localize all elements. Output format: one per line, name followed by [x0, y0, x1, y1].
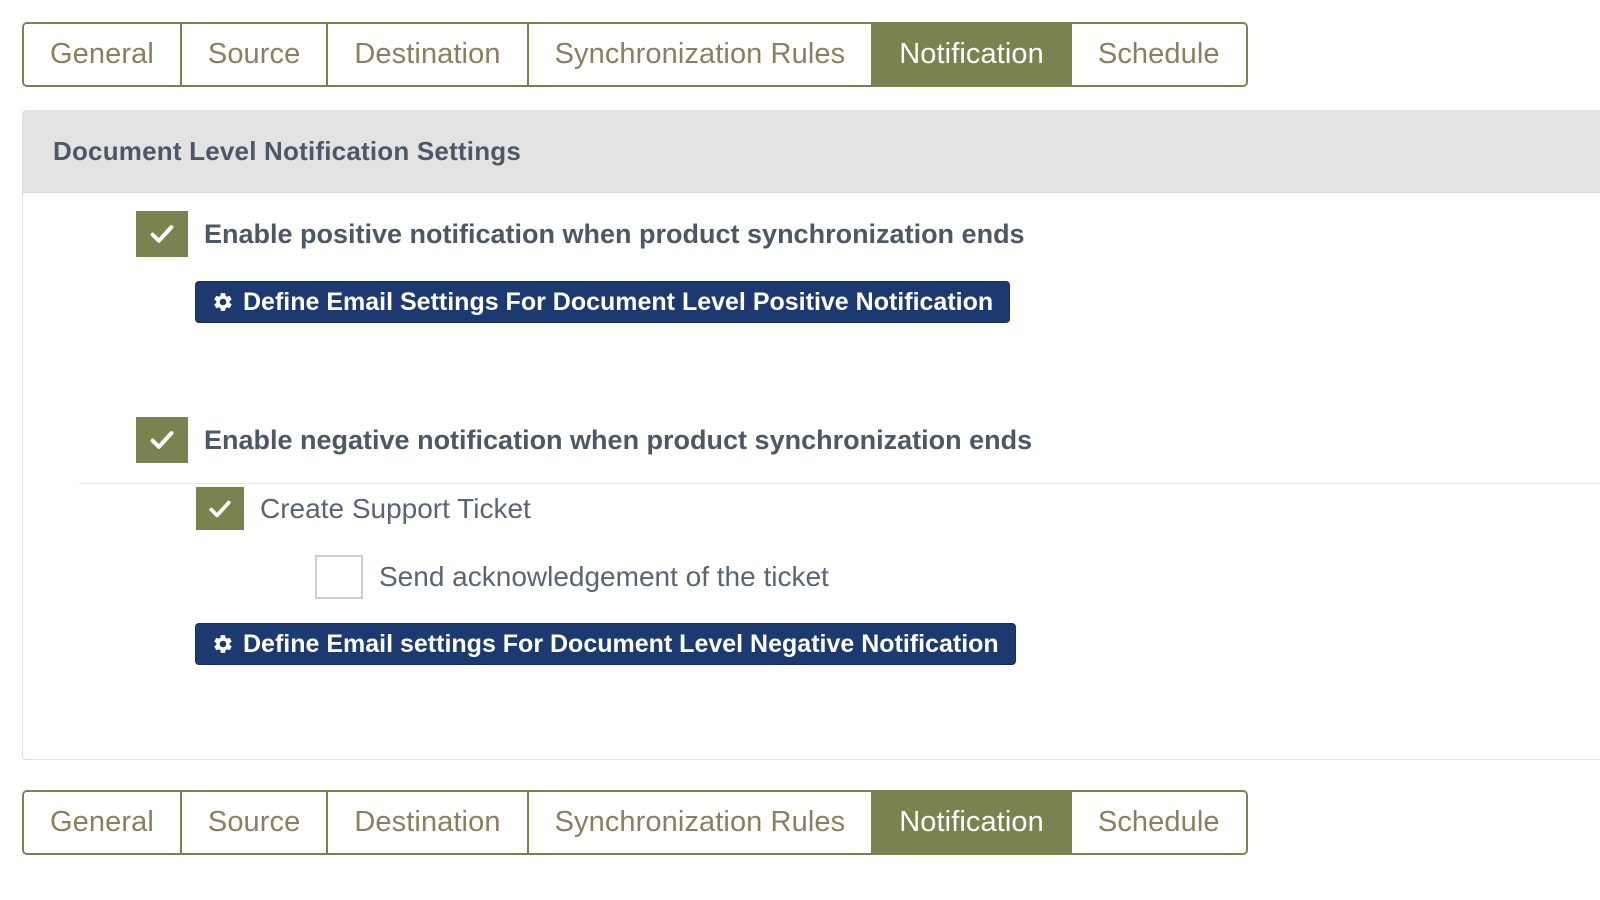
tab-label: Schedule	[1097, 806, 1220, 838]
enable-negative-notification-label: Enable negative notification when produc…	[204, 424, 1033, 455]
tab-label: Notification	[899, 38, 1044, 70]
define-positive-email-settings-label: Define Email Settings For Document Level…	[243, 287, 994, 316]
check-icon	[209, 500, 231, 517]
create-support-ticket-row[interactable]: Create Support Ticket	[196, 487, 531, 530]
tab-label: Destination	[354, 806, 501, 838]
notification-settings-page: General Source Destination Synchronizati…	[0, 0, 1600, 900]
define-negative-email-settings-button[interactable]: Define Email settings For Document Level…	[195, 623, 1016, 665]
tab-synchronization-rules-bottom[interactable]: Synchronization Rules	[528, 792, 874, 853]
tab-notification[interactable]: Notification	[873, 24, 1072, 85]
send-acknowledgement-label: Send acknowledgement of the ticket	[379, 561, 829, 592]
tab-synchronization-rules[interactable]: Synchronization Rules	[528, 24, 874, 85]
tab-label: Source	[207, 38, 301, 70]
enable-positive-notification-checkbox[interactable]	[136, 211, 188, 257]
tab-general[interactable]: General	[24, 24, 182, 85]
define-negative-email-settings-label: Define Email settings For Document Level…	[243, 629, 999, 658]
tab-source[interactable]: Source	[181, 24, 329, 85]
enable-negative-notification-checkbox[interactable]	[136, 417, 188, 463]
check-icon	[150, 431, 174, 449]
check-icon	[150, 225, 174, 243]
gear-icon	[212, 291, 234, 313]
create-support-ticket-checkbox[interactable]	[196, 487, 244, 530]
create-support-ticket-label: Create Support Ticket	[260, 492, 531, 524]
tab-schedule[interactable]: Schedule	[1071, 24, 1246, 85]
send-acknowledgement-row[interactable]: Send acknowledgement of the ticket	[315, 555, 829, 599]
panel-title: Document Level Notification Settings	[53, 136, 522, 166]
define-positive-email-settings-button[interactable]: Define Email Settings For Document Level…	[195, 281, 1011, 323]
tab-notification-bottom[interactable]: Notification	[873, 792, 1072, 853]
enable-positive-notification-label: Enable positive notification when produc…	[204, 218, 1025, 249]
enable-positive-notification-row[interactable]: Enable positive notification when produc…	[136, 211, 1025, 257]
tab-schedule-bottom[interactable]: Schedule	[1071, 792, 1246, 853]
tab-label: General	[50, 38, 154, 70]
tab-general-bottom[interactable]: General	[24, 792, 182, 853]
gear-icon	[212, 633, 234, 655]
enable-negative-notification-row[interactable]: Enable negative notification when produc…	[136, 417, 1032, 463]
document-level-notification-panel: Document Level Notification Settings Ena…	[22, 110, 1600, 760]
panel-header: Document Level Notification Settings	[23, 111, 1600, 193]
tab-label: Schedule	[1097, 38, 1220, 70]
tabbar-bottom: General Source Destination Synchronizati…	[22, 790, 1248, 855]
tab-label: Synchronization Rules	[554, 38, 846, 70]
section-divider	[79, 483, 1600, 484]
panel-body: Enable positive notification when produc…	[23, 193, 1600, 759]
tab-label: Notification	[899, 806, 1044, 838]
tab-destination[interactable]: Destination	[328, 24, 529, 85]
tab-label: Synchronization Rules	[554, 806, 846, 838]
tab-destination-bottom[interactable]: Destination	[328, 792, 529, 853]
send-acknowledgement-checkbox[interactable]	[315, 555, 363, 599]
tab-source-bottom[interactable]: Source	[181, 792, 329, 853]
tabbar-top: General Source Destination Synchronizati…	[22, 22, 1248, 87]
tab-label: Source	[207, 806, 301, 838]
tab-label: Destination	[354, 38, 501, 70]
tab-label: General	[50, 806, 154, 838]
